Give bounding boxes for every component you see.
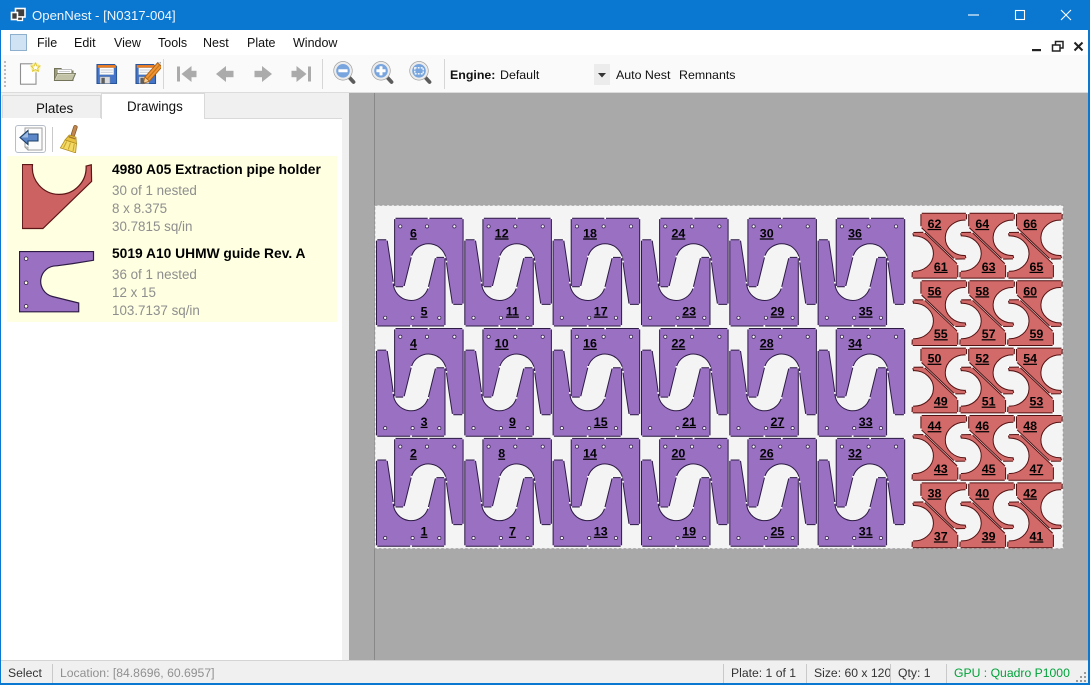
svg-text:66: 66: [1023, 217, 1037, 231]
svg-text:57: 57: [982, 327, 996, 341]
svg-text:46: 46: [975, 419, 989, 433]
svg-text:45: 45: [982, 462, 996, 476]
svg-text:31: 31: [859, 525, 873, 539]
svg-text:43: 43: [934, 462, 948, 476]
svg-text:19: 19: [682, 525, 696, 539]
svg-text:65: 65: [1030, 260, 1044, 274]
svg-text:3: 3: [421, 415, 428, 429]
svg-text:62: 62: [928, 217, 942, 231]
svg-text:33: 33: [859, 415, 873, 429]
svg-text:8: 8: [498, 447, 505, 461]
svg-text:20: 20: [672, 447, 686, 461]
svg-text:63: 63: [982, 260, 996, 274]
svg-text:37: 37: [934, 529, 948, 543]
svg-text:40: 40: [975, 487, 989, 501]
svg-text:22: 22: [672, 337, 686, 351]
svg-text:44: 44: [928, 419, 942, 433]
svg-text:41: 41: [1030, 529, 1044, 543]
svg-text:11: 11: [506, 305, 519, 319]
svg-text:1: 1: [421, 525, 428, 539]
svg-text:32: 32: [848, 447, 862, 461]
svg-text:39: 39: [982, 529, 996, 543]
svg-text:56: 56: [928, 284, 942, 298]
svg-text:13: 13: [594, 525, 608, 539]
svg-text:15: 15: [594, 415, 608, 429]
svg-text:30: 30: [760, 226, 774, 240]
svg-text:5: 5: [421, 305, 428, 319]
svg-text:12: 12: [495, 226, 509, 240]
svg-text:42: 42: [1023, 487, 1037, 501]
svg-text:35: 35: [859, 305, 873, 319]
svg-text:48: 48: [1023, 419, 1037, 433]
svg-text:27: 27: [771, 415, 785, 429]
svg-text:34: 34: [848, 337, 862, 351]
svg-text:36: 36: [848, 226, 862, 240]
svg-text:49: 49: [934, 395, 948, 409]
svg-text:2: 2: [410, 447, 417, 461]
svg-text:50: 50: [928, 352, 942, 366]
svg-text:6: 6: [410, 226, 417, 240]
svg-text:64: 64: [975, 217, 989, 231]
svg-text:4: 4: [410, 337, 417, 351]
svg-text:28: 28: [760, 337, 774, 351]
svg-text:60: 60: [1023, 284, 1037, 298]
svg-text:16: 16: [583, 337, 597, 351]
svg-text:51: 51: [982, 395, 996, 409]
svg-text:55: 55: [934, 327, 948, 341]
svg-text:47: 47: [1030, 462, 1044, 476]
svg-text:14: 14: [583, 447, 597, 461]
svg-text:38: 38: [928, 487, 942, 501]
svg-text:54: 54: [1023, 352, 1037, 366]
svg-text:53: 53: [1030, 395, 1044, 409]
svg-text:21: 21: [682, 415, 696, 429]
svg-text:7: 7: [509, 525, 516, 539]
svg-text:58: 58: [975, 284, 989, 298]
svg-text:9: 9: [509, 415, 516, 429]
svg-text:23: 23: [682, 305, 696, 319]
svg-text:52: 52: [975, 352, 989, 366]
svg-text:25: 25: [771, 525, 785, 539]
svg-text:17: 17: [594, 305, 608, 319]
svg-text:61: 61: [934, 260, 948, 274]
svg-text:18: 18: [583, 226, 597, 240]
svg-text:29: 29: [771, 305, 785, 319]
svg-text:26: 26: [760, 447, 774, 461]
svg-text:24: 24: [672, 226, 686, 240]
svg-text:59: 59: [1030, 327, 1044, 341]
svg-text:10: 10: [495, 337, 509, 351]
